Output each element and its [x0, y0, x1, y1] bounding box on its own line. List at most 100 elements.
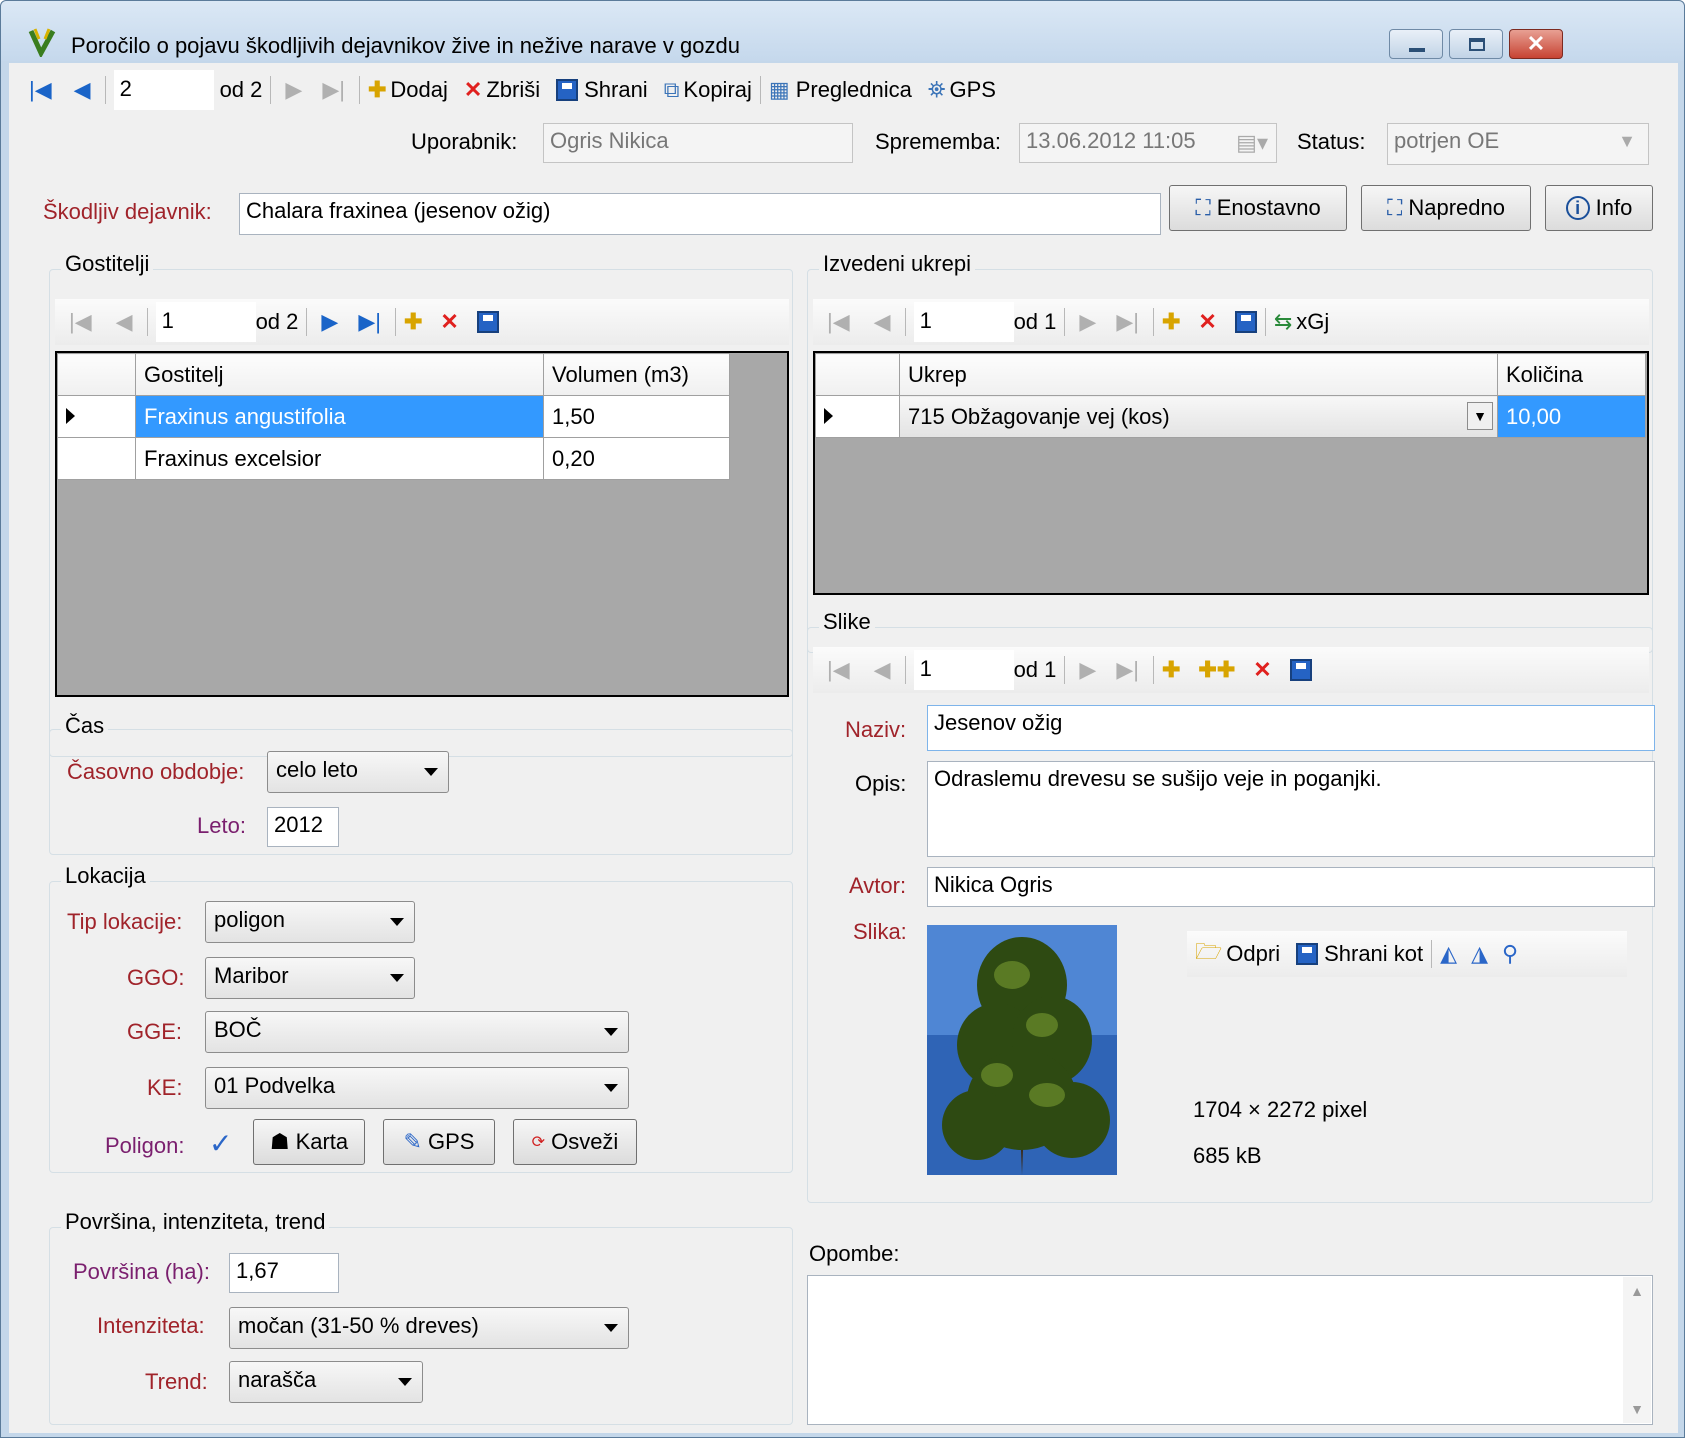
ggo-select[interactable]: Maribor [205, 957, 415, 999]
measures-record-input[interactable]: 1 [913, 302, 1014, 342]
zoom-icon[interactable]: ⚲ [1502, 941, 1518, 967]
last-record-icon[interactable]: ▶| [1116, 309, 1139, 335]
rotate-left-icon[interactable]: ◭ [1440, 941, 1457, 967]
first-record-icon[interactable]: |◀ [29, 77, 52, 103]
xgj-button[interactable]: xGj [1296, 309, 1329, 335]
notes-textarea[interactable] [807, 1275, 1653, 1425]
refresh-button[interactable]: ⟳ Osveži [513, 1119, 637, 1165]
column-header[interactable]: Ukrep [899, 353, 1498, 396]
volume-cell[interactable]: 1,50 [543, 395, 730, 438]
table-header-row: Ukrep Količina [815, 353, 1646, 396]
record-number-input[interactable]: 2 [113, 70, 214, 110]
add-icon[interactable]: ✚ [1162, 657, 1180, 683]
add-icon[interactable]: ✚ [1162, 309, 1180, 335]
column-header[interactable]: Količina [1497, 353, 1646, 396]
quantity-cell[interactable]: 10,00 [1497, 395, 1646, 438]
polygon-gps-button[interactable]: ✎ GPS [383, 1119, 495, 1165]
copy-button[interactable]: Kopiraj [683, 77, 751, 103]
prev-record-icon[interactable]: ◀ [74, 77, 91, 103]
map-button[interactable]: ☗ Karta [253, 1119, 365, 1165]
advanced-search-button[interactable]: ⛶ Napredno [1361, 185, 1531, 231]
chevron-down-icon[interactable]: ▼ [1467, 402, 1493, 430]
image-name-field[interactable]: Jesenov ožig [927, 705, 1655, 751]
scroll-up-icon[interactable]: ▲ [1623, 1283, 1651, 1299]
simple-search-button[interactable]: ⛶ Enostavno [1169, 185, 1347, 231]
trend-value: narašča [238, 1367, 317, 1392]
user-field: Ogris Nikica [543, 123, 853, 163]
next-record-icon[interactable]: ▶ [285, 77, 302, 103]
close-button[interactable]: ✕ [1509, 29, 1563, 59]
intensity-select[interactable]: močan (31-50 % dreves) [229, 1307, 629, 1349]
add-icon: ✚ [367, 77, 387, 102]
ggo-label: GGO: [127, 965, 185, 990]
gge-value: BOČ [214, 1017, 262, 1042]
open-folder-icon: 🗁 [1195, 939, 1223, 964]
delete-icon[interactable]: ✕ [1198, 309, 1216, 335]
last-record-icon[interactable]: ▶| [358, 309, 381, 335]
delete-button[interactable]: Zbriši [486, 77, 540, 103]
table-row[interactable]: Fraxinus angustifolia 1,50 [57, 395, 730, 438]
prev-record-icon[interactable]: ◀ [874, 657, 891, 683]
next-record-icon[interactable]: ▶ [1079, 657, 1096, 683]
first-record-icon[interactable]: |◀ [827, 657, 850, 683]
notes-label: Opombe: [809, 1241, 900, 1266]
host-cell[interactable]: Fraxinus excelsior [135, 437, 544, 480]
last-record-icon[interactable]: ▶| [322, 77, 345, 103]
last-record-icon[interactable]: ▶| [1116, 657, 1139, 683]
hosts-toolbar: |◀ ◀ 1 od 2 ▶ ▶| ✚ ✕ [55, 299, 789, 345]
row-selector[interactable] [57, 437, 136, 480]
first-record-icon[interactable]: |◀ [827, 309, 850, 335]
maximize-button[interactable] [1449, 29, 1503, 59]
images-record-input[interactable]: 1 [913, 650, 1014, 690]
add-multiple-icon[interactable]: ✚✚ [1198, 657, 1235, 683]
save-icon[interactable] [1289, 659, 1312, 681]
first-record-icon[interactable]: |◀ [69, 309, 92, 335]
delete-icon[interactable]: ✕ [440, 309, 458, 335]
column-header[interactable]: Volumen (m3) [543, 353, 730, 396]
scroll-down-icon[interactable]: ▼ [1623, 1401, 1651, 1417]
gge-select[interactable]: BOČ [205, 1011, 629, 1053]
table-row[interactable]: Fraxinus excelsior 0,20 [57, 437, 730, 480]
row-selector[interactable] [57, 395, 136, 438]
info-button[interactable]: i Info [1545, 185, 1653, 231]
delete-icon[interactable]: ✕ [1253, 657, 1271, 683]
volume-cell[interactable]: 0,20 [543, 437, 730, 480]
year-field[interactable]: 2012 [267, 807, 339, 847]
gps-icon: ⛯ [927, 77, 946, 102]
location-type-value: poligon [214, 907, 285, 932]
measure-combo-cell[interactable]: 715 Obžagovanje vej (kos) ▼ [899, 395, 1498, 438]
rotate-right-icon[interactable]: ◮ [1471, 941, 1488, 967]
grid-view-button[interactable]: Preglednica [796, 77, 912, 103]
notes-scrollbar[interactable]: ▲ ▼ [1623, 1277, 1651, 1423]
gps-button[interactable]: GPS [949, 77, 995, 103]
minimize-button[interactable] [1389, 29, 1443, 59]
row-selector[interactable] [815, 395, 900, 438]
area-label: Površina (ha): [73, 1259, 210, 1284]
add-icon[interactable]: ✚ [404, 309, 422, 335]
trend-select[interactable]: narašča [229, 1361, 423, 1403]
next-record-icon[interactable]: ▶ [1079, 309, 1096, 335]
save-icon[interactable] [1234, 311, 1257, 333]
tree-photo[interactable] [927, 925, 1117, 1175]
image-author-field[interactable]: Nikica Ogris [927, 867, 1655, 907]
save-as-button[interactable]: Shrani kot [1324, 941, 1423, 967]
area-field[interactable]: 1,67 [229, 1253, 339, 1293]
column-header[interactable]: Gostitelj [135, 353, 544, 396]
period-select[interactable]: celo leto [267, 751, 449, 793]
open-image-button[interactable]: Odpri [1226, 941, 1280, 967]
add-button[interactable]: Dodaj [390, 77, 447, 103]
prev-record-icon[interactable]: ◀ [116, 309, 133, 335]
polygon-label: Poligon: [105, 1133, 185, 1158]
ke-select[interactable]: 01 Podvelka [205, 1067, 629, 1109]
next-record-icon[interactable]: ▶ [321, 309, 338, 335]
save-icon[interactable] [476, 311, 499, 333]
table-row[interactable]: 715 Obžagovanje vej (kos) ▼ 10,00 [815, 395, 1646, 438]
save-button[interactable]: Shrani [584, 77, 648, 103]
image-desc-field[interactable]: Odraslemu drevesu se sušijo veje in poga… [927, 761, 1655, 857]
location-type-select[interactable]: poligon [205, 901, 415, 943]
hosts-record-input[interactable]: 1 [155, 302, 256, 342]
prev-record-icon[interactable]: ◀ [874, 309, 891, 335]
host-cell[interactable]: Fraxinus angustifolia [135, 395, 544, 438]
chevron-down-icon [604, 1028, 618, 1036]
factor-field[interactable]: Chalara fraxinea (jesenov ožig) [239, 193, 1161, 235]
